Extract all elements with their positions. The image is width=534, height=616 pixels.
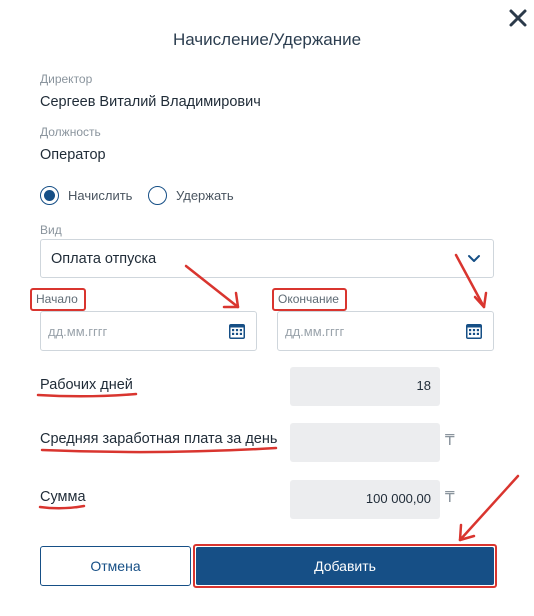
start-date-placeholder: дд.мм.гггг — [48, 324, 108, 339]
radio-deduct-circle[interactable] — [148, 185, 167, 205]
radio-selected-dot — [44, 189, 55, 201]
avg-salary-label: Средняя заработная плата за день — [40, 431, 278, 447]
type-select[interactable]: Оплата отпуска — [40, 239, 494, 278]
radio-accrue[interactable]: Начислить — [40, 185, 132, 205]
end-date-placeholder: дд.мм.гггг — [285, 324, 345, 339]
annotation-underline — [40, 446, 278, 454]
position-value: Оператор — [40, 147, 106, 163]
annotation-arrow — [458, 474, 520, 542]
work-days-field: 18 — [290, 367, 440, 406]
radio-accrue-circle[interactable] — [40, 185, 59, 205]
annotation-arrowhead — [458, 523, 476, 542]
director-label: Директор — [40, 72, 93, 86]
director-value: Сергеев Виталий Владимирович — [40, 94, 261, 110]
start-date-label: Начало — [30, 288, 86, 311]
annotation-arrowhead — [473, 291, 488, 309]
amount-label: Сумма — [40, 489, 86, 505]
work-days-value: 18 — [416, 378, 431, 393]
radio-deduct[interactable]: Удержать — [148, 185, 234, 205]
avg-salary-field — [290, 423, 440, 462]
dialog-title: Начисление/Удержание — [172, 30, 362, 49]
end-date-input[interactable]: дд.мм.гггг — [277, 311, 494, 351]
start-date-input[interactable]: дд.мм.гггг — [40, 311, 257, 351]
end-date-label: Окончание — [272, 288, 347, 311]
radio-deduct-label: Удержать — [176, 187, 234, 203]
annotation-arrowhead — [222, 291, 240, 309]
close-button[interactable] — [507, 7, 529, 29]
annotation-underline — [38, 504, 86, 510]
radio-accrue-label: Начислить — [68, 187, 133, 203]
add-button[interactable]: Добавить — [196, 547, 494, 585]
amount-field: 100 000,00 — [290, 480, 440, 519]
work-days-label: Рабочих дней — [40, 377, 133, 393]
chevron-down-icon[interactable] — [467, 253, 481, 265]
annotation-underline — [36, 392, 138, 398]
tenge-icon: ₸ — [445, 432, 455, 449]
calendar-icon[interactable] — [227, 321, 247, 341]
close-icon — [509, 9, 527, 27]
tenge-icon: ₸ — [445, 489, 455, 506]
amount-value: 100 000,00 — [365, 491, 431, 506]
position-label: Должность — [40, 125, 101, 139]
type-select-value: Оплата отпуска — [51, 251, 157, 267]
calendar-icon[interactable] — [464, 321, 484, 341]
cancel-button[interactable]: Отмена — [40, 546, 191, 586]
type-label: Вид — [40, 223, 62, 237]
accrual-deduction-dialog: Начисление/Удержание Директор Сергеев Ви… — [0, 0, 534, 616]
